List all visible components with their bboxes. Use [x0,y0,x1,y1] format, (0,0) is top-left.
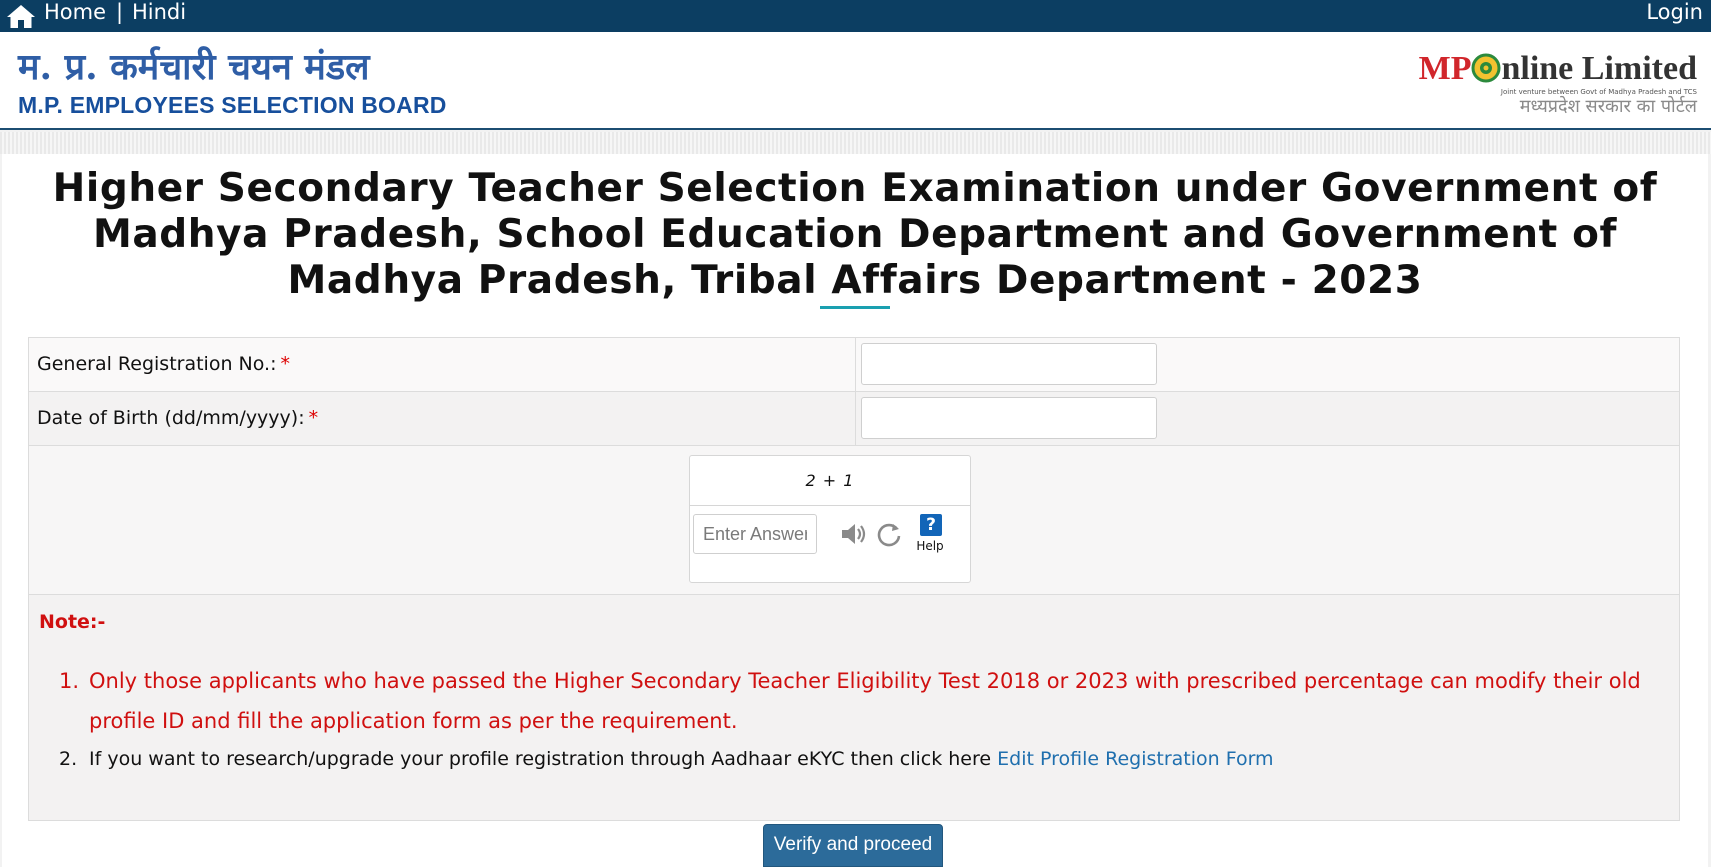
note-number: 2. [59,748,78,770]
mponline-logo-text: nline Limited [1501,50,1697,87]
notes-title: Note:- [39,611,106,633]
column-divider [855,392,856,446]
registration-input[interactable] [861,343,1157,385]
top-navbar: Home | Hindi Login [0,0,1711,32]
mponline-logo[interactable]: MP nline Limited [1419,52,1697,86]
mponline-hindi-tagline: मध्यप्रदेश सरकार का पोर्टल [1519,96,1697,117]
captcha-question: 2 + 1 [690,456,970,506]
home-icon[interactable] [6,3,36,29]
captcha-widget: 2 + 1 ? Help [689,455,971,583]
required-mark: * [280,353,290,375]
mponline-logo-mp: MP [1418,50,1472,87]
help-label: Help [916,539,944,553]
dob-row: Date of Birth (dd/mm/yyyy): * [29,392,1679,446]
notes-list: 1. Only those applicants who have passed… [59,661,1659,777]
edit-profile-link[interactable]: Edit Profile Registration Form [997,748,1273,770]
help-icon: ? [920,514,942,536]
globe-icon [1471,53,1501,83]
captcha-answer-input[interactable] [693,514,817,554]
registration-label-text: General Registration No.: [37,353,277,375]
page-title: Higher Secondary Teacher Selection Exami… [52,166,1658,303]
dob-label-text: Date of Birth (dd/mm/yyyy): [37,407,305,429]
dob-input[interactable] [861,397,1157,439]
column-divider [855,338,856,392]
title-underline [820,306,890,309]
note-text: If you want to research/upgrade your pro… [89,748,992,770]
org-logo-hindi: म. प्र. कर्मचारी चयन मंडल [18,46,370,88]
note-number: 1. [59,669,80,693]
nav-home-link[interactable]: Home [44,0,106,24]
nav-separator: | [116,0,124,24]
note-item: 1. Only those applicants who have passed… [59,661,1659,741]
verify-proceed-button[interactable]: Verify and proceed [763,824,943,867]
registration-row: General Registration No.: * [29,338,1679,392]
dob-label: Date of Birth (dd/mm/yyyy): * [37,406,318,430]
captcha-row: 2 + 1 ? Help [29,446,1679,595]
nav-login-link[interactable]: Login [1646,0,1703,24]
speaker-icon[interactable] [840,521,868,547]
login-form: General Registration No.: * Date of Birth… [28,337,1680,821]
org-logo-english: M.P. EMPLOYEES SELECTION BOARD [18,92,447,118]
note-text: Only those applicants who have passed th… [89,669,1641,733]
refresh-icon[interactable] [876,521,902,547]
mponline-tagline: Joint venture between Govt of Madhya Pra… [1500,88,1697,96]
notes-section: Note:- 1. Only those applicants who have… [29,595,1679,820]
registration-label: General Registration No.: * [37,352,290,376]
nav-hindi-link[interactable]: Hindi [132,0,186,24]
main-panel: Higher Secondary Teacher Selection Exami… [2,154,1708,867]
required-mark: * [308,407,319,429]
help-button[interactable]: ? Help [910,514,950,556]
header-stripe [0,132,1711,154]
note-item: 2. If you want to research/upgrade your … [59,741,1659,777]
site-header: म. प्र. कर्मचारी चयन मंडल M.P. EMPLOYEES… [0,32,1711,130]
